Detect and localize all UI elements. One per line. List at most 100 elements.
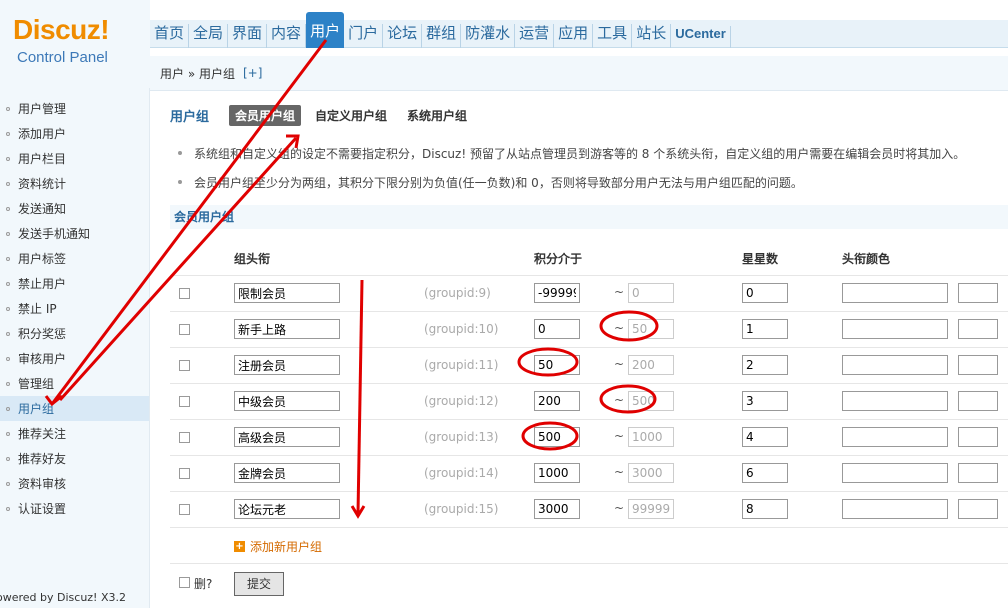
bullet-icon xyxy=(6,181,10,186)
nav-item[interactable]: 内容 xyxy=(267,12,307,48)
title-color-input[interactable] xyxy=(842,427,948,447)
sidebar-item[interactable]: 用户栏目 xyxy=(0,146,149,171)
sidebar-item[interactable]: 认证设置 xyxy=(0,496,149,521)
nav-item[interactable]: 界面 xyxy=(228,12,268,48)
sidebar-item[interactable]: 资料审核 xyxy=(0,471,149,496)
group-name-input[interactable] xyxy=(234,391,340,411)
bullet-icon xyxy=(6,406,10,411)
table-row: (groupid:13) ~ xyxy=(170,420,1008,456)
stars-input[interactable] xyxy=(742,319,788,339)
range-separator: ~ xyxy=(614,429,625,443)
breadcrumb-add-link[interactable]: [+] xyxy=(243,66,262,80)
nav-item[interactable]: 论坛 xyxy=(383,12,423,48)
sidebar-item[interactable]: 资料统计 xyxy=(0,171,149,196)
stars-input[interactable] xyxy=(742,463,788,483)
stars-input[interactable] xyxy=(742,283,788,303)
credits-low-input[interactable] xyxy=(534,319,580,339)
nav-item[interactable]: 首页 xyxy=(150,12,190,48)
add-group-link[interactable]: + 添加新用户组 xyxy=(234,538,322,555)
color-picker-input[interactable] xyxy=(958,283,998,303)
nav-item-label: UCenter xyxy=(671,26,731,48)
nav-item[interactable]: 群组 xyxy=(422,12,462,48)
group-name-input[interactable] xyxy=(234,499,340,519)
stars-input[interactable] xyxy=(742,499,788,519)
nav-item[interactable]: 应用 xyxy=(554,12,594,48)
row-select-checkbox[interactable] xyxy=(179,504,190,515)
credits-low-input[interactable] xyxy=(534,355,580,375)
nav-item[interactable]: 站长 xyxy=(632,12,672,48)
row-select-checkbox[interactable] xyxy=(179,360,190,371)
group-id-label: (groupid:14) xyxy=(424,466,499,480)
sidebar-item[interactable]: 推荐好友 xyxy=(0,446,149,471)
color-picker-input[interactable] xyxy=(958,499,998,519)
color-picker-input[interactable] xyxy=(958,319,998,339)
form-footer: 删? 提交 xyxy=(170,563,1008,603)
sidebar-item[interactable]: 添加用户 xyxy=(0,121,149,146)
sidebar-item[interactable]: 用户组 xyxy=(0,396,149,421)
sidebar-item[interactable]: 用户管理 xyxy=(0,96,149,121)
color-picker-input[interactable] xyxy=(958,427,998,447)
tab-custom-groups[interactable]: 自定义用户组 xyxy=(309,105,393,126)
group-name-input[interactable] xyxy=(234,463,340,483)
nav-item[interactable]: 全局 xyxy=(189,12,229,48)
stars-input[interactable] xyxy=(742,355,788,375)
sidebar-item[interactable]: 发送通知 xyxy=(0,196,149,221)
nav-item[interactable]: 工具 xyxy=(593,12,633,48)
row-select-checkbox[interactable] xyxy=(179,432,190,443)
nav-item[interactable]: 用户 xyxy=(306,12,345,48)
sidebar-item[interactable]: 禁止 IP xyxy=(0,296,149,321)
title-color-input[interactable] xyxy=(842,355,948,375)
color-picker-input[interactable] xyxy=(958,463,998,483)
nav-item[interactable]: 门户 xyxy=(344,12,384,48)
logo[interactable]: Discuz! Control Panel xyxy=(0,0,150,88)
credits-low-input[interactable] xyxy=(534,499,580,519)
bullet-icon xyxy=(6,431,10,436)
stars-input[interactable] xyxy=(742,391,788,411)
row-select-checkbox[interactable] xyxy=(179,288,190,299)
row-select-checkbox[interactable] xyxy=(179,396,190,407)
sidebar-item-label: 添加用户 xyxy=(18,127,67,141)
sidebar-item-label: 推荐关注 xyxy=(18,427,67,441)
title-color-input[interactable] xyxy=(842,283,948,303)
nav-item[interactable]: UCenter xyxy=(671,12,731,48)
submit-button[interactable]: 提交 xyxy=(234,572,284,596)
nav-item-label: 群组 xyxy=(422,24,462,48)
page-title: 用户组 xyxy=(170,110,210,125)
group-name-input[interactable] xyxy=(234,319,340,339)
sidebar: 用户管理添加用户用户栏目 资料统计 发送通知发送手机通知用户标签 禁止用户 禁止 IP 积… xyxy=(0,88,150,608)
delete-all-checkbox[interactable] xyxy=(179,577,190,588)
row-select-checkbox[interactable] xyxy=(179,468,190,479)
color-picker-input[interactable] xyxy=(958,355,998,375)
sidebar-item[interactable]: 用户标签 xyxy=(0,246,149,271)
sidebar-item[interactable]: 积分奖惩 xyxy=(0,321,149,346)
group-name-input[interactable] xyxy=(234,283,340,303)
credits-low-input[interactable] xyxy=(534,427,580,447)
sidebar-item[interactable]: 审核用户 xyxy=(0,346,149,371)
credits-low-input[interactable] xyxy=(534,283,580,303)
credits-low-input[interactable] xyxy=(534,391,580,411)
stars-input[interactable] xyxy=(742,427,788,447)
sidebar-item[interactable]: 禁止用户 xyxy=(0,271,149,296)
title-color-input[interactable] xyxy=(842,499,948,519)
group-name-input[interactable] xyxy=(234,355,340,375)
sidebar-item[interactable]: 管理组 xyxy=(0,371,149,396)
sidebar-item[interactable]: 发送手机通知 xyxy=(0,221,149,246)
col-name: 组头衔 xyxy=(234,252,271,266)
tab-member-groups[interactable]: 会员用户组 xyxy=(229,105,302,126)
title-color-input[interactable] xyxy=(842,391,948,411)
col-color: 头衔颜色 xyxy=(842,252,891,266)
nav-item-label: 论坛 xyxy=(383,24,423,48)
nav-item-label: 防灌水 xyxy=(461,24,516,48)
tab-system-groups[interactable]: 系统用户组 xyxy=(401,105,473,126)
title-color-input[interactable] xyxy=(842,463,948,483)
title-color-input[interactable] xyxy=(842,319,948,339)
nav-item[interactable]: 运营 xyxy=(515,12,555,48)
color-picker-input[interactable] xyxy=(958,391,998,411)
nav-item[interactable]: 防灌水 xyxy=(461,12,516,48)
credits-low-input[interactable] xyxy=(534,463,580,483)
group-name-input[interactable] xyxy=(234,427,340,447)
bullet-icon xyxy=(6,131,10,136)
sidebar-item[interactable]: 推荐关注 xyxy=(0,421,149,446)
row-select-checkbox[interactable] xyxy=(179,324,190,335)
sidebar-item-label: 发送手机通知 xyxy=(18,227,91,241)
